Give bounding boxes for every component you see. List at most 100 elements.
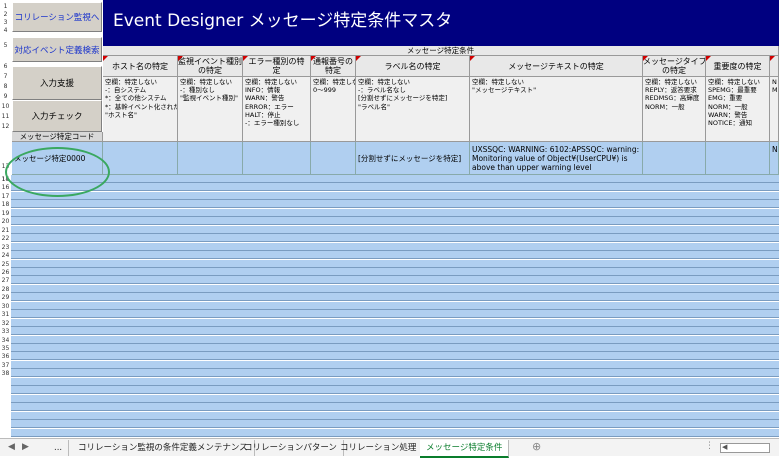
grid-row[interactable] (11, 225, 779, 234)
data-cell[interactable]: UXSSQC: WARNING: 6102:APSSQC: warning: M… (470, 142, 643, 175)
grid-row[interactable] (11, 318, 779, 327)
row-number: 29 (1, 294, 10, 302)
row-number: 31 (1, 311, 10, 319)
column-header: メッセージタイプ の特定 (643, 56, 706, 77)
sheet-tab[interactable]: ... (48, 440, 70, 456)
grid-row[interactable] (11, 208, 779, 217)
input-support-button[interactable]: 入力支援 (12, 66, 102, 100)
page-title: Event Designer メッセージ特定条件マスタ (113, 11, 453, 31)
grid-row[interactable] (11, 267, 779, 276)
row-number: 24 (1, 252, 10, 260)
column-header (770, 56, 779, 77)
comment-indicator-icon (178, 56, 183, 61)
split-handle-icon[interactable]: ⋮ (705, 441, 714, 451)
grid-row[interactable] (11, 191, 779, 200)
row-number: 27 (1, 277, 10, 285)
column-description: 空欄：特定しない INFO：情報 WARN：警告 ERROR：エラー HALT：… (243, 77, 311, 142)
column-description: 空欄：特定しない -：種別なし "監視イベント種別" (178, 77, 243, 142)
row-number: 22 (1, 235, 10, 243)
row-number: 35 (1, 345, 10, 352)
data-cell[interactable] (311, 142, 356, 175)
grid-row[interactable] (11, 360, 779, 369)
grid-row[interactable] (11, 403, 779, 412)
data-cell[interactable] (643, 142, 706, 175)
grid-row[interactable] (11, 259, 779, 268)
sheet-tab-active[interactable]: メッセージ特定条件 (420, 440, 510, 458)
highlight-circle (5, 147, 110, 197)
sheet-tab[interactable]: コリレーションパターン (238, 440, 344, 456)
grid-row[interactable] (11, 369, 779, 378)
row-number: 11 (1, 113, 10, 120)
grid-row[interactable] (11, 394, 779, 403)
column-header: メッセージテキストの特定 (470, 56, 643, 77)
row-number: 2 (3, 11, 8, 18)
data-cell[interactable] (178, 142, 243, 175)
comment-indicator-icon (770, 56, 775, 61)
sheet-tab[interactable]: コリレーション監視の条件定義メンテナンス (72, 440, 255, 456)
column-header-label: メッセージタイプ の特定 (643, 57, 706, 75)
grid-row[interactable] (11, 411, 779, 420)
column-header-label: エラー種別の特 定 (248, 57, 305, 75)
data-cell[interactable] (243, 142, 311, 175)
grid-row[interactable] (11, 335, 779, 344)
column-header: エラー種別の特 定 (243, 56, 311, 77)
grid-row[interactable] (11, 200, 779, 209)
input-support-label: 入力支援 (39, 79, 74, 89)
grid-row[interactable] (11, 344, 779, 352)
row-number: 7 (3, 73, 8, 80)
tab-scroll-left-icon[interactable]: ◀ (8, 442, 15, 452)
tab-scroll-right-icon[interactable]: ▶ (22, 442, 29, 452)
column-description: 空欄：特定しない -：ラベル名なし [分割せずにメッセージを特定] "ラベル名" (356, 77, 470, 142)
horizontal-scrollbar[interactable]: ◀ (720, 443, 770, 453)
comment-indicator-icon (356, 56, 361, 61)
grid-row[interactable] (11, 386, 779, 395)
data-cell[interactable]: [分割せずにメッセージを特定] (356, 142, 470, 175)
row-number: 26 (1, 268, 10, 276)
data-cell[interactable] (103, 142, 178, 175)
grid-row[interactable] (11, 301, 779, 310)
column-description: N M (770, 77, 779, 142)
column-header-label: 通報番号の 特定 (313, 57, 353, 75)
column-header-label: 重要度の特定 (713, 62, 762, 71)
grid-row[interactable] (11, 234, 779, 243)
sheet-tab[interactable]: コリレーション処理 (334, 440, 424, 456)
grid-row[interactable] (11, 428, 779, 437)
row-number: 3 (3, 19, 8, 26)
row-number: 21 (1, 226, 10, 234)
row-number: 1 (3, 3, 8, 10)
row-number: 19 (1, 209, 10, 217)
row-number: 36 (1, 353, 10, 361)
grid-row[interactable] (11, 276, 779, 285)
grid-row[interactable] (11, 183, 779, 192)
grid-row[interactable] (11, 293, 779, 302)
grid-row[interactable] (11, 352, 779, 361)
input-check-button[interactable]: 入力チェック (12, 100, 102, 132)
row-number: 4 (3, 27, 8, 34)
correlation-monitor-button[interactable]: コリレーション監視へ (12, 2, 102, 32)
row-number: 5 (3, 42, 8, 49)
grid-row[interactable] (11, 327, 779, 336)
data-cell[interactable] (706, 142, 770, 175)
comment-indicator-icon (103, 56, 108, 61)
row-number: 17 (1, 192, 10, 200)
comment-indicator-icon (706, 56, 711, 61)
event-definition-search-button[interactable]: 対応イベント定義検索 (12, 37, 102, 62)
add-sheet-icon[interactable]: ⊕ (532, 440, 541, 453)
row-number: 34 (1, 336, 10, 344)
row-number: 23 (1, 243, 10, 251)
row-number: 25 (1, 260, 10, 268)
column-description: 空欄：特定しない "メッセージテキスト" (470, 77, 643, 142)
scroll-left-arrow-icon[interactable]: ◀ (722, 443, 727, 451)
grid-row[interactable] (11, 217, 779, 226)
grid-row[interactable] (11, 242, 779, 251)
grid-row[interactable] (11, 420, 779, 429)
data-cell[interactable]: N (770, 142, 779, 175)
grid-row[interactable] (11, 284, 779, 293)
grid-row[interactable] (11, 377, 779, 386)
grid-row[interactable] (11, 310, 779, 319)
row-number: 28 (1, 285, 10, 293)
column-header-label: ラベル名の特定 (384, 62, 441, 71)
grid-row[interactable] (11, 175, 779, 183)
column-description: 空欄：特定しない REPLY：返答要求 REDMSG：高輝度 NORM：一般 (643, 77, 706, 142)
grid-row[interactable] (11, 251, 779, 260)
